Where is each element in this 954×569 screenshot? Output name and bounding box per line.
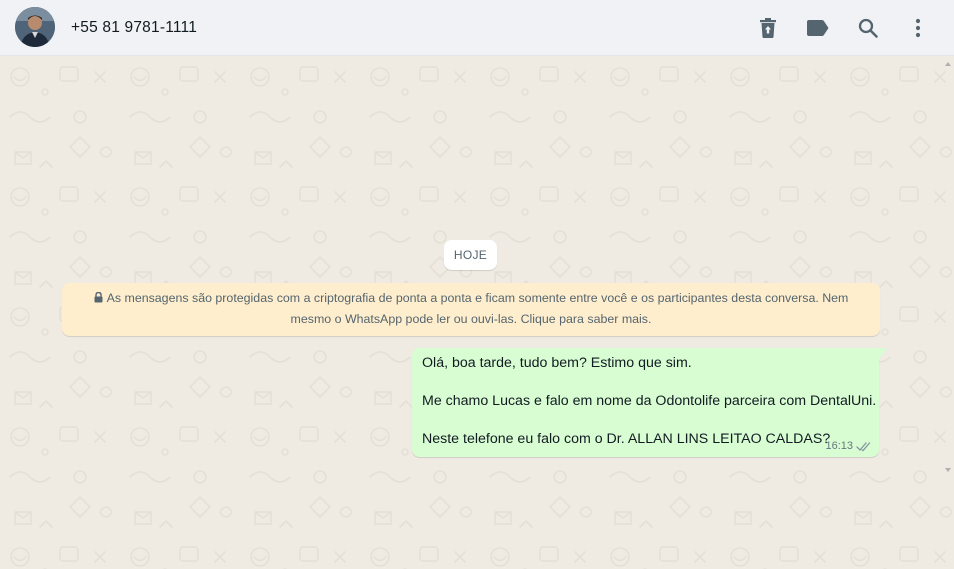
- outgoing-message[interactable]: Olá, boa tarde, tudo bem? Estimo que sim…: [412, 348, 887, 457]
- encryption-notice[interactable]: As mensagens são protegidas com a cripto…: [62, 283, 880, 336]
- scroll-up-arrow[interactable]: [945, 62, 951, 66]
- message-text-line: Neste telefone eu falo com o Dr. ALLAN L…: [422, 431, 831, 447]
- encryption-notice-line1: As mensagens são protegidas com a cripto…: [86, 288, 856, 309]
- message-time: 16:13: [825, 440, 853, 452]
- chat-header: +55 81 9781-1111: [0, 0, 954, 56]
- message-meta: 16:13: [825, 440, 872, 452]
- read-receipt-icon: [856, 441, 871, 451]
- delete-icon[interactable]: [753, 13, 783, 43]
- contact-name[interactable]: +55 81 9781-1111: [71, 19, 197, 37]
- label-icon[interactable]: [803, 13, 833, 43]
- message-text-line: Olá, boa tarde, tudo bem? Estimo que sim…: [422, 355, 692, 371]
- encryption-notice-text-1: As mensagens são protegidas com a cripto…: [106, 291, 849, 305]
- scroll-down-arrow[interactable]: [945, 468, 951, 472]
- bubble-tail: [879, 348, 887, 359]
- conversation-panel[interactable]: HOJE As mensagens são protegidas com a c…: [0, 57, 954, 569]
- message-text-line: Me chamo Lucas e falo em nome da Odontol…: [422, 393, 877, 409]
- lock-icon: [94, 292, 103, 303]
- avatar[interactable]: [15, 7, 55, 47]
- encryption-notice-line2: mesmo o WhatsApp pode ler ou ouvi-las. C…: [290, 312, 652, 326]
- date-separator: HOJE: [444, 240, 497, 270]
- search-icon[interactable]: [853, 13, 883, 43]
- menu-icon[interactable]: [903, 13, 933, 43]
